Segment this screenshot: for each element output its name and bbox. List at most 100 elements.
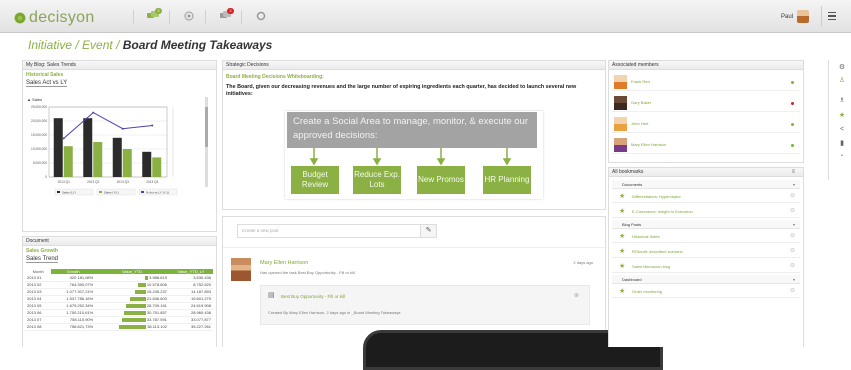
post-author[interactable]: Mary Ellen Harrison: [260, 260, 308, 266]
pin-icon[interactable]: ▮: [838, 140, 846, 148]
task-title[interactable]: Best Buy Opportunity - Fill or kill: [281, 294, 345, 299]
cell-ly: 33.077.877: [168, 316, 213, 324]
cell-ytd: 38.113.102: [95, 323, 169, 331]
x-tick-label: 2013 Q4: [146, 180, 158, 184]
blog-panel: My Blog: Sales Trends Historical Sales S…: [22, 60, 217, 232]
cell-growth: 758.110,90%: [51, 316, 96, 324]
diagram-box-reduce: Reduce Exp. Lots: [353, 166, 401, 194]
status-dot: [791, 144, 794, 147]
chevron-down-icon: ▾: [792, 182, 795, 187]
user-menu[interactable]: Paul: [781, 10, 809, 23]
dots-icon[interactable]: •: [838, 152, 846, 160]
list-icon[interactable]: ≡: [791, 169, 795, 175]
bookmark-item[interactable]: ★ Historical Sales ⊖: [612, 230, 800, 243]
cell-ly: 24.619.908: [168, 302, 213, 310]
bookmarks-panel-header: All bookmarks: [609, 168, 803, 177]
chart-title: Sales Act vs LY: [26, 80, 68, 87]
remove-icon[interactable]: ⊖: [790, 285, 795, 298]
target-icon[interactable]: [169, 10, 205, 24]
cell-growth: 1.537.786,16%: [51, 295, 96, 303]
bookmark-item[interactable]: ★ E-Commerce: Insight to Execution ⊖: [612, 205, 800, 218]
sales-chart: ▲ Sales 25,000,000 20,000,000 15,000,000 10,…: [27, 97, 208, 196]
page-title: Board Meeting Takeaways: [122, 38, 273, 52]
bookmark-group-label: Blog Posts: [622, 222, 642, 227]
breadcrumb-initiative[interactable]: Initiative: [28, 38, 72, 52]
notifications-badge: 2: [227, 8, 234, 14]
logo-text: decisyon: [29, 9, 95, 26]
member-item[interactable]: John Hart: [612, 115, 800, 133]
remove-icon[interactable]: ⊖: [790, 260, 795, 273]
edit-icon[interactable]: ✎: [420, 224, 437, 238]
bookmark-label: ROIcraft: described scenario: [632, 249, 683, 254]
logo-mark-icon: [14, 12, 26, 24]
logo[interactable]: decisyon: [14, 9, 95, 27]
bookmark-item[interactable]: ★ Order monitoring ⊖: [612, 285, 800, 298]
user-add-icon[interactable]: ♙: [838, 77, 846, 85]
bar-y1: [122, 149, 132, 177]
bookmark-group[interactable]: Documents ▾: [612, 180, 800, 189]
avatar: [614, 96, 627, 110]
member-item[interactable]: Frank Red: [612, 73, 800, 91]
new-post-input[interactable]: Create a new post: [237, 224, 437, 238]
line-point: [151, 124, 154, 127]
remove-icon[interactable]: ⊖: [790, 230, 795, 243]
post-action: Has opened the task Best Buy Opportunity…: [260, 270, 355, 275]
hamburger-menu-icon[interactable]: [821, 6, 841, 26]
y-tick-label: 15,000,000: [31, 133, 47, 137]
table-row: 2013 07 758.110,90% 33.787.591 33.077.877: [25, 316, 213, 324]
bookmark-item[interactable]: ★ ROIcraft: described scenario ⊖: [612, 245, 800, 258]
people-icon[interactable]: ♗: [838, 97, 846, 105]
ytd-value: 30.751.857: [146, 310, 167, 315]
gear-icon[interactable]: ⚙: [838, 64, 846, 72]
y-tick-label: 25,000,000: [31, 105, 47, 109]
remove-icon[interactable]: ⊖: [790, 205, 795, 218]
status-dot: [791, 123, 794, 126]
task-close-icon[interactable]: ⊗: [574, 292, 579, 299]
cell-ly: 28.960.436: [168, 309, 213, 317]
bookmark-label: Sales Microsoon blog: [632, 264, 671, 269]
share-icon[interactable]: <: [838, 126, 846, 134]
legend-label: Sales (Y-1): [104, 190, 119, 194]
bookmark-item[interactable]: ★ Sales Microsoon blog ⊖: [612, 260, 800, 273]
line-point: [92, 111, 95, 114]
cell-ytd: 10.578.808: [95, 281, 169, 289]
diagram-title: Create a Social Area to manage, monitor,…: [287, 112, 537, 148]
bookmark-item[interactable]: ★ Differentiators: Hyperceptor ⊖: [612, 190, 800, 203]
breadcrumb: Initiative / Event / Board Meeting Takea…: [28, 38, 272, 52]
y-tick-label: 5,000,000: [33, 161, 47, 165]
members-panel-header: Associated members: [609, 61, 803, 70]
chat-badge: 2: [155, 8, 162, 14]
chat-icon[interactable]: 2: [133, 8, 169, 24]
chevron-down-icon: ▾: [792, 277, 795, 282]
toolbar-icons: 2 2: [133, 8, 277, 24]
bookmark-group[interactable]: Blog Posts ▾: [612, 220, 800, 229]
cell-ytd: 28.709.161: [95, 302, 169, 310]
settings-icon[interactable]: [241, 10, 277, 24]
member-item[interactable]: Gary Baker: [612, 94, 800, 112]
scrollbar-thumb: [205, 107, 208, 147]
y-tick-label: 20,000,000: [31, 119, 47, 123]
star-icon[interactable]: ★: [838, 112, 846, 120]
star-icon: ★: [619, 288, 626, 295]
bar-y1: [63, 146, 73, 177]
blog-subtitle[interactable]: Historical Sales: [26, 72, 216, 78]
author-avatar[interactable]: [231, 258, 251, 281]
breadcrumb-separator: /: [112, 38, 123, 52]
document-subtitle[interactable]: Sales Growth: [26, 248, 216, 254]
breadcrumb-separator: /: [72, 38, 83, 52]
member-name: Gary Baker: [631, 100, 652, 105]
members-panel: Associated members Frank Red Gary Baker Jo…: [608, 60, 804, 163]
bar-y1: [93, 142, 103, 177]
member-item[interactable]: Mary Ellen Harrison: [612, 136, 800, 154]
member-name: John Hart: [631, 121, 649, 126]
breadcrumb-event[interactable]: Event: [82, 38, 113, 52]
remove-icon[interactable]: ⊖: [790, 245, 795, 258]
bookmark-group[interactable]: Dashboard ▾: [612, 275, 800, 284]
ytd-bar: [134, 289, 146, 294]
cell-growth: 1.679.252,34%: [51, 302, 96, 310]
cell-month: 2013 04: [25, 295, 52, 303]
trend-line: [63, 111, 153, 139]
notifications-icon[interactable]: 2: [205, 8, 241, 24]
table-row: 2013 01 420 181,08% 3.988.619 3.530.436: [25, 274, 213, 282]
remove-icon[interactable]: ⊖: [790, 190, 795, 203]
